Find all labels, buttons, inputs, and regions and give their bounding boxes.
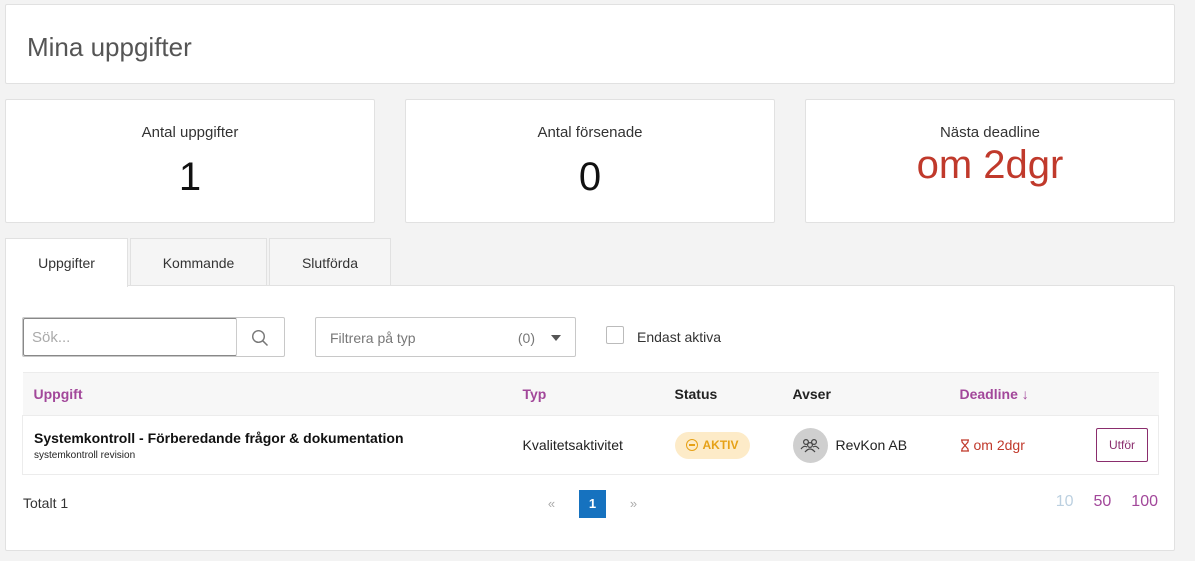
perform-button[interactable]: Utför bbox=[1096, 428, 1148, 462]
search-icon[interactable] bbox=[251, 329, 269, 347]
tasks-panel: Filtrera på typ (0) Endast aktiva Uppgif… bbox=[5, 285, 1175, 551]
only-active-label: Endast aktiva bbox=[637, 329, 722, 345]
column-header-actions bbox=[1079, 372, 1159, 416]
avser-cell: RevKon AB bbox=[782, 416, 949, 475]
page-size-selector: 10 50 100 bbox=[1056, 493, 1158, 511]
task-title[interactable]: Systemkontroll - Förberedande frågor & d… bbox=[34, 430, 512, 446]
type-filter-count: (0) bbox=[517, 330, 535, 346]
stat-card-overdue-count: Antal försenade 0 bbox=[405, 99, 775, 223]
minus-circle-icon bbox=[685, 439, 698, 451]
stat-card-task-count: Antal uppgifter 1 bbox=[5, 99, 375, 223]
task-subtitle: systemkontroll revision bbox=[34, 449, 136, 461]
column-header-typ[interactable]: Typ bbox=[511, 372, 664, 416]
page-size-50[interactable]: 50 bbox=[1094, 493, 1112, 511]
tasks-table: Uppgift Typ Status Avser Deadline ↓ Syst… bbox=[22, 372, 1159, 475]
only-active-checkbox[interactable] bbox=[606, 326, 624, 344]
stat-label: Nästa deadline bbox=[939, 124, 1041, 141]
task-type: Kvalitetsaktivitet bbox=[522, 437, 623, 453]
page-header: Mina uppgifter bbox=[5, 4, 1175, 84]
task-cell: Systemkontroll - Förberedande frågor & d… bbox=[22, 415, 512, 475]
avser-name: RevKon AB bbox=[835, 437, 908, 453]
pagination: « 1 » bbox=[538, 490, 647, 518]
status-badge-label: AKTIV bbox=[702, 438, 739, 452]
type-filter-placeholder: Filtrera på typ bbox=[330, 330, 416, 346]
group-icon bbox=[792, 427, 828, 463]
page-size-100[interactable]: 100 bbox=[1131, 493, 1158, 511]
search-input[interactable] bbox=[23, 318, 237, 356]
deadline-cell: om 2dgr bbox=[949, 416, 1080, 475]
search-box bbox=[22, 317, 285, 357]
hourglass-icon bbox=[960, 438, 969, 452]
page-size-10[interactable]: 10 bbox=[1056, 493, 1074, 511]
tab-kommande[interactable]: Kommande bbox=[130, 238, 267, 286]
stat-value: 1 bbox=[178, 155, 202, 199]
stat-label: Antal uppgifter bbox=[141, 124, 239, 141]
stat-label: Antal försenade bbox=[537, 124, 643, 141]
stat-value: 0 bbox=[578, 155, 602, 199]
pagination-next[interactable]: » bbox=[620, 490, 647, 518]
deadline-text: om 2dgr bbox=[973, 437, 1025, 453]
chevron-down-icon bbox=[551, 335, 561, 341]
table-header-row: Uppgift Typ Status Avser Deadline ↓ bbox=[22, 372, 1159, 416]
column-header-deadline[interactable]: Deadline ↓ bbox=[948, 372, 1080, 416]
pagination-page-current[interactable]: 1 bbox=[579, 490, 606, 518]
tab-slutforda[interactable]: Slutförda bbox=[269, 238, 391, 286]
column-header-avser: Avser bbox=[781, 372, 949, 416]
column-header-status: Status bbox=[663, 372, 782, 416]
stat-value: om 2dgr bbox=[916, 143, 1064, 187]
stat-card-next-deadline: Nästa deadline om 2dgr bbox=[805, 99, 1175, 223]
actions-cell: Utför bbox=[1079, 415, 1159, 475]
type-filter-select[interactable]: Filtrera på typ (0) bbox=[315, 317, 576, 357]
page-title: Mina uppgifter bbox=[27, 32, 192, 62]
table-row: Systemkontroll - Förberedande frågor & d… bbox=[22, 415, 1159, 475]
total-count: Totalt 1 bbox=[23, 495, 69, 511]
column-header-uppgift[interactable]: Uppgift bbox=[22, 372, 512, 416]
status-cell: AKTIV bbox=[664, 416, 782, 475]
tab-uppgifter[interactable]: Uppgifter bbox=[5, 238, 128, 287]
status-badge: AKTIV bbox=[674, 431, 750, 459]
pagination-prev[interactable]: « bbox=[538, 490, 565, 518]
